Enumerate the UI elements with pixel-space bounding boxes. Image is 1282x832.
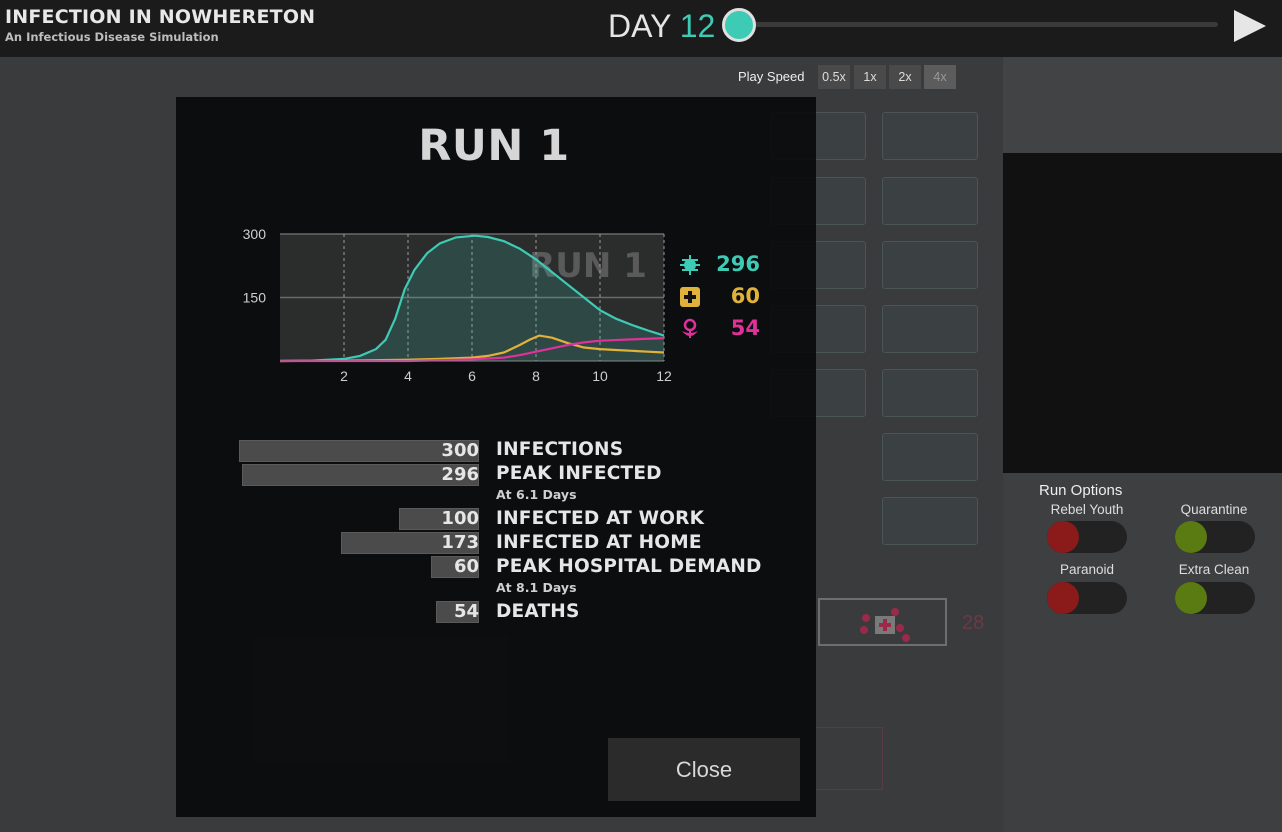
building: [882, 433, 978, 481]
rebel-youth-toggle[interactable]: [1047, 521, 1127, 553]
paranoid-toggle[interactable]: [1047, 582, 1127, 614]
run-options-title: Run Options: [1039, 482, 1123, 499]
virus-icon: [680, 255, 700, 275]
stat-home-value: 173: [441, 532, 479, 553]
play-icon[interactable]: [1232, 8, 1268, 44]
x-tick-label: 8: [532, 368, 540, 384]
building: [882, 177, 978, 225]
legend-deaths-value: 54: [730, 316, 760, 340]
stat-deaths-value: 54: [453, 601, 479, 622]
toggle-knob: [1175, 582, 1207, 614]
speed-2x-button[interactable]: 2x: [889, 65, 921, 89]
x-tick-label: 12: [656, 368, 672, 384]
right-panel-view: [1003, 153, 1282, 473]
legend-hospital-value: 60: [730, 284, 760, 308]
extra-clean-label: Extra Clean: [1178, 562, 1250, 577]
building: [882, 497, 978, 545]
stat-work-value: 100: [441, 508, 479, 529]
hospital: [818, 598, 947, 646]
right-panel-top: [1003, 57, 1282, 153]
building: [882, 241, 978, 289]
building: [882, 112, 978, 160]
rebel-youth-label: Rebel Youth: [1050, 502, 1124, 517]
speed-4x-button[interactable]: 4x: [924, 65, 956, 89]
stat-hospital-value: 60: [453, 556, 479, 577]
y-tick-label: 300: [243, 226, 267, 242]
hospital-cross-icon: [680, 287, 700, 307]
toggle-knob: [1047, 582, 1079, 614]
y-tick-label: 150: [243, 290, 267, 306]
hospital-count: 28: [962, 612, 985, 634]
stat-hospital-sub: At 8.1 Days: [496, 580, 577, 595]
stat-home-label: INFECTED AT HOME: [496, 532, 702, 553]
infection-chart: RUN 11503002 4 6 8 10 12: [243, 226, 672, 384]
toggle-knob: [1047, 521, 1079, 553]
day-slider-knob[interactable]: [722, 8, 756, 42]
run-results-modal: RUN 1 RUN 1 150 300 2 4 6 8 10 12 296 60 54 300 …: [176, 97, 816, 817]
quarantine-label: Quarantine: [1180, 502, 1248, 517]
stat-hospital-label: PEAK HOSPITAL DEMAND: [496, 556, 762, 577]
day-slider-track[interactable]: [740, 22, 1218, 27]
app-subtitle: An Infectious Disease Simulation: [5, 30, 219, 44]
x-tick-label: 4: [404, 368, 412, 384]
stat-deaths-label: DEATHS: [496, 601, 580, 622]
hospital-cross-icon: [860, 608, 910, 642]
play-speed-label: Play Speed: [738, 69, 805, 84]
day-number: 12: [679, 8, 716, 44]
stat-peak-infected-label: PEAK INFECTED: [496, 463, 662, 484]
close-button[interactable]: Close: [608, 738, 800, 801]
legend-infected-value: 296: [716, 252, 760, 276]
stat-peak-infected-value: 296: [441, 464, 479, 485]
x-tick-label: 2: [340, 368, 348, 384]
day-indicator: DAY 12: [608, 8, 715, 45]
extra-clean-toggle[interactable]: [1175, 582, 1255, 614]
top-bar: INFECTION IN NOWHERETON An Infectious Di…: [0, 0, 1282, 57]
speed-0-5x-button[interactable]: 0.5x: [818, 65, 850, 89]
stat-peak-infected-sub: At 6.1 Days: [496, 487, 577, 502]
building: [882, 369, 978, 417]
day-label: DAY: [608, 8, 671, 44]
stat-infections-value: 300: [441, 440, 479, 461]
death-flower-icon: [682, 318, 698, 338]
x-tick-label: 10: [592, 368, 608, 384]
stat-work-label: INFECTED AT WORK: [496, 508, 705, 529]
paranoid-label: Paranoid: [1059, 562, 1115, 577]
quarantine-toggle[interactable]: [1175, 521, 1255, 553]
building: [882, 305, 978, 353]
stat-infections-label: INFECTIONS: [496, 439, 624, 460]
toggle-knob: [1175, 521, 1207, 553]
x-tick-label: 6: [468, 368, 476, 384]
app-title: INFECTION IN NOWHERETON: [5, 6, 316, 28]
speed-1x-button[interactable]: 1x: [854, 65, 886, 89]
